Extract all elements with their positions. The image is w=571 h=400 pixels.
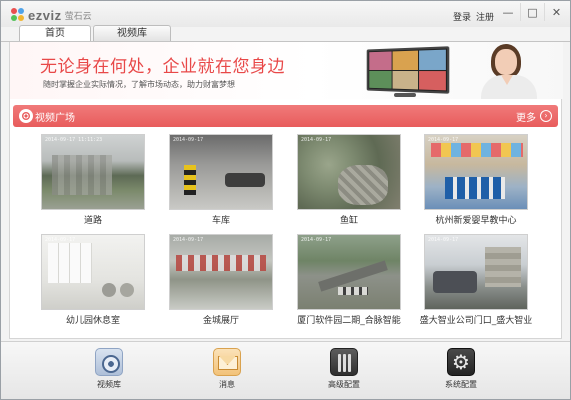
video-thumbnail[interactable]: 2014-09-17 (297, 134, 401, 210)
close-icon: ✕ (551, 5, 562, 19)
video-plaza-header: 视频广场 更多 › (13, 105, 558, 127)
messages-button[interactable]: 消息 (197, 348, 257, 390)
video-thumbnail[interactable]: 2014-09-17 (297, 234, 401, 310)
register-link[interactable]: 注册 (476, 10, 494, 23)
video-thumbnail[interactable]: 2014-09-17 (424, 134, 528, 210)
brand-subname: 萤石云 (64, 11, 92, 22)
sliders-icon (330, 348, 358, 376)
video-thumbnail[interactable]: 2014-09-17 (41, 234, 145, 310)
video-timestamp: 2014-09-17 11:11:23 (45, 137, 103, 143)
tool-label: 系统配置 (445, 380, 477, 389)
tool-label: 视频库 (97, 380, 121, 389)
tab-video-library[interactable]: 视频库 (93, 25, 171, 41)
close-button[interactable]: ✕ (544, 3, 568, 21)
banner-person-image (473, 42, 553, 99)
video-library-button[interactable]: 视频库 (79, 348, 139, 390)
film-reel-icon (19, 109, 33, 123)
chevron-right-icon[interactable]: › (540, 110, 552, 122)
video-timestamp: 2014-09-17 (173, 137, 204, 143)
video-caption[interactable]: 盛大智业公司门口_盛大智业 (414, 313, 538, 326)
more-link[interactable]: 更多 (516, 109, 536, 124)
tab-home[interactable]: 首页 (19, 25, 91, 42)
tool-label: 高级配置 (328, 380, 360, 389)
minimize-button[interactable]: — (496, 3, 520, 21)
video-caption[interactable]: 鱼缸 (287, 213, 411, 226)
bottom-toolbar: 视频库 消息 高级配置 系统配置 (1, 341, 570, 399)
camera-icon (95, 348, 123, 376)
main-tabs: 首页 视频库 (19, 25, 173, 42)
video-caption[interactable]: 幼儿园休息室 (31, 313, 155, 326)
envelope-icon (213, 348, 241, 376)
login-link[interactable]: 登录 (453, 10, 471, 23)
video-thumbnail[interactable]: 2014-09-17 (169, 234, 273, 310)
video-thumbnail[interactable]: 2014-09-17 (424, 234, 528, 310)
app-window: ezviz 萤石云 登录 注册 — □ ✕ 首页 视频库 无论身在何处，企业就在… (0, 0, 571, 400)
account-links: 登录 注册 (453, 10, 494, 23)
maximize-icon: □ (527, 5, 538, 19)
title-bar: ezviz 萤石云 登录 注册 — □ ✕ (1, 1, 570, 27)
tool-label: 消息 (219, 380, 235, 389)
section-title: 视频广场 (35, 113, 75, 124)
window-controls: — □ ✕ (496, 3, 568, 21)
video-timestamp: 2014-09-17 (428, 237, 459, 243)
maximize-button[interactable]: □ (520, 3, 544, 21)
video-timestamp: 2014-09-17 (301, 237, 332, 243)
video-timestamp: 2014-09-17 (45, 237, 76, 243)
video-timestamp: 2014-09-17 (301, 137, 332, 143)
app-logo: ezviz 萤石云 (11, 7, 92, 23)
video-caption[interactable]: 道路 (31, 213, 155, 226)
advanced-config-button[interactable]: 高级配置 (314, 348, 374, 390)
video-caption[interactable]: 车库 (159, 213, 283, 226)
ezviz-logo-icon (11, 8, 25, 22)
monitor-stand (394, 93, 416, 97)
home-content: 无论身在何处，企业就在您身边 随时掌握企业实际情况，了解市场动态，助力财富梦想 … (9, 42, 563, 339)
video-thumbnail[interactable]: 2014-09-17 11:11:23 (41, 134, 145, 210)
gear-icon (447, 348, 475, 376)
monitor-image (366, 46, 450, 94)
banner-subtitle: 随时掌握企业实际情况，了解市场动态，助力财富梦想 (43, 80, 235, 89)
video-thumbnail[interactable]: 2014-09-17 (169, 134, 273, 210)
minimize-icon: — (502, 5, 514, 19)
video-caption[interactable]: 金城展厅 (159, 313, 283, 326)
promo-banner[interactable]: 无论身在何处，企业就在您身边 随时掌握企业实际情况，了解市场动态，助力财富梦想 (10, 42, 563, 99)
banner-slogan: 无论身在何处，企业就在您身边 (40, 57, 285, 77)
brand-name: ezviz (28, 7, 62, 23)
video-timestamp: 2014-09-17 (428, 137, 459, 143)
video-timestamp: 2014-09-17 (173, 237, 204, 243)
system-config-button[interactable]: 系统配置 (431, 348, 491, 390)
video-caption[interactable]: 厦门软件园二期_合脉智能 (287, 313, 411, 326)
video-caption[interactable]: 杭州新爱婴早教中心 (414, 213, 538, 226)
